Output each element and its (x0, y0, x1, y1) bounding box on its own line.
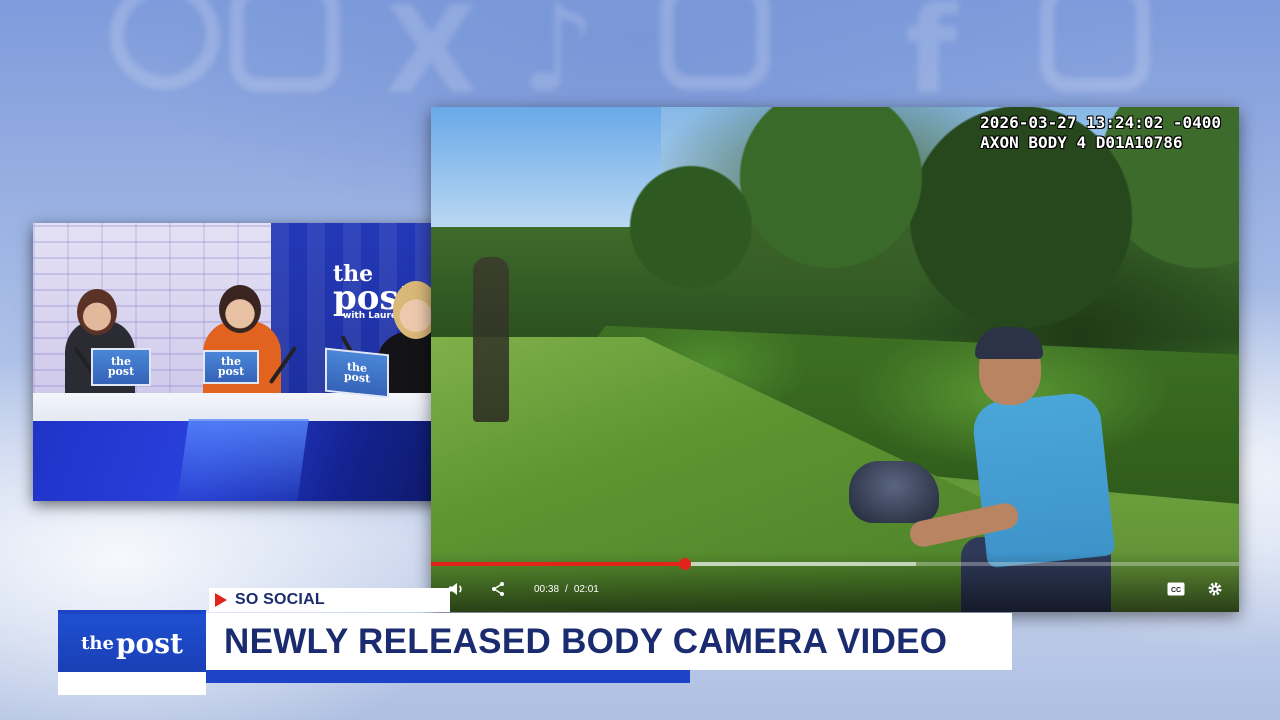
current-time: 00:38 (534, 583, 560, 595)
segment-tag: SO SOCIAL (209, 588, 450, 612)
instagram-icon (230, 0, 340, 92)
share-button[interactable] (485, 577, 511, 601)
show-logo-block: the post (58, 614, 206, 672)
bodycam-overlay: 2026-03-27 13:24:02 -0400 AXON BODY 4 D0… (980, 113, 1221, 153)
time-display: 00:38 / 02:01 (534, 577, 599, 601)
video-bag (849, 461, 939, 523)
desk-sign: the post (325, 347, 389, 399)
video-man-body (970, 390, 1116, 569)
bodycam-timestamp: 2026-03-27 13:24:02 -0400 (980, 113, 1221, 132)
desk-sign-line2: post (343, 369, 371, 386)
headline-banner: NEWLY RELEASED BODY CAMERA VIDEO (206, 613, 1012, 670)
play-triangle-icon (215, 593, 227, 607)
captions-icon: CC (1167, 582, 1185, 596)
gear-icon (1208, 582, 1222, 596)
show-logo: the post (58, 610, 206, 695)
captions-label: CC (1171, 587, 1181, 594)
studio-inset: the post with Lauren the post the post the… (33, 223, 474, 501)
headline-underbar (206, 670, 690, 683)
instagram-icon-3 (110, 0, 220, 90)
captions-button[interactable]: CC (1164, 577, 1188, 601)
desk-sign: the post (203, 350, 259, 384)
share-icon (492, 582, 504, 596)
youtube-icon (660, 0, 770, 90)
desk-sign: the post (91, 348, 151, 386)
host-middle-head (219, 285, 261, 333)
settings-button[interactable] (1203, 577, 1227, 601)
video-player[interactable]: 2026-03-27 13:24:02 -0400 AXON BODY 4 D0… (431, 107, 1239, 612)
progress-played (431, 562, 685, 566)
facebook-icon: f (905, 0, 958, 121)
instagram-icon-2 (1040, 0, 1150, 92)
video-officer-figure (473, 257, 509, 422)
progress-scrubber-handle[interactable] (678, 558, 691, 570)
desk-sign-line2: post (107, 365, 135, 378)
studio-desk-stripe (177, 419, 309, 501)
bodycam-device-id: AXON BODY 4 D01A10786 (980, 133, 1183, 152)
progress-bar[interactable] (431, 558, 1239, 570)
show-logo-small: the (81, 632, 114, 654)
x-icon: X (385, 0, 478, 121)
duration: 02:01 (573, 583, 599, 595)
headline-text: NEWLY RELEASED BODY CAMERA VIDEO (224, 621, 948, 661)
segment-tag-label: SO SOCIAL (235, 591, 325, 608)
time-separator: / (565, 583, 568, 595)
tiktok-icon: ♪ (520, 0, 597, 119)
show-logo-large: post (115, 626, 183, 660)
desk-sign-line2: post (217, 365, 245, 378)
host-left-head (77, 289, 117, 335)
